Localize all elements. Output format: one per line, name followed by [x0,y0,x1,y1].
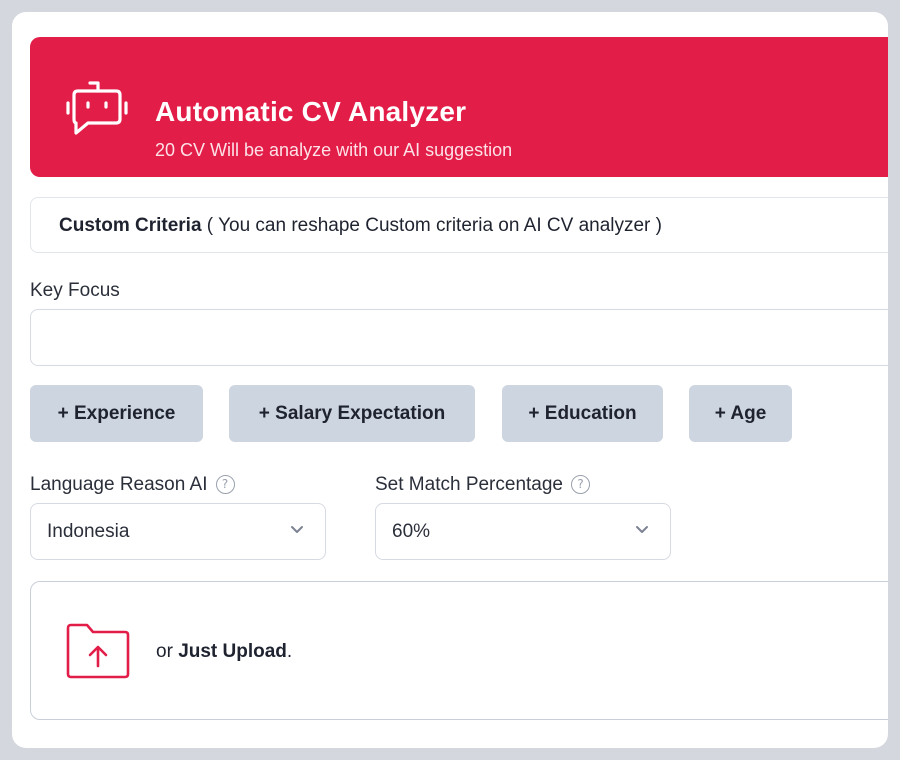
custom-criteria-text: Custom Criteria ( You can reshape Custom… [59,215,662,237]
upload-suffix: . [286,641,293,662]
chip-education[interactable]: + Education [502,385,663,442]
match-select-value: 60% [392,521,431,542]
app-frame: Automatic CV Analyzer 20 CV Will be anal… [12,12,888,748]
chip-experience[interactable]: + Experience [30,385,203,442]
upload-text: or Just Upload. [156,641,292,663]
match-label: Set Match Percentage [375,474,563,495]
match-label-row: Set Match Percentage? [375,474,590,496]
help-icon[interactable]: ? [571,475,590,494]
upload-prefix: or [156,641,179,662]
chip-salary-expectation[interactable]: + Salary Expectation [229,385,475,442]
chevron-down-icon [636,526,648,533]
analyzer-banner: Automatic CV Analyzer 20 CV Will be anal… [30,37,888,177]
upload-link[interactable]: Just Upload [178,641,287,662]
language-label: Language Reason AI [30,474,208,495]
chevron-down-icon [291,526,303,533]
language-label-row: Language Reason AI? [30,474,235,496]
match-percentage-select[interactable]: 60% [375,503,671,560]
language-select-value: Indonesia [47,521,130,542]
banner-subtitle: 20 CV Will be analyze with our AI sugges… [155,140,513,160]
key-focus-input[interactable] [30,309,888,366]
language-select[interactable]: Indonesia [30,503,326,560]
chip-age[interactable]: + Age [689,385,792,442]
custom-criteria-box: Custom Criteria ( You can reshape Custom… [30,197,888,253]
key-focus-label: Key Focus [30,280,120,301]
help-icon[interactable]: ? [215,475,235,494]
custom-criteria-title: Custom Criteria [59,215,202,236]
banner-title: Automatic CV Analyzer [155,96,467,127]
folder-upload-icon [66,623,130,679]
custom-criteria-note: ( You can reshape Custom criteria on AI … [201,215,662,236]
upload-dropzone[interactable]: or Just Upload. [30,581,888,720]
chat-bot-icon [66,81,128,135]
